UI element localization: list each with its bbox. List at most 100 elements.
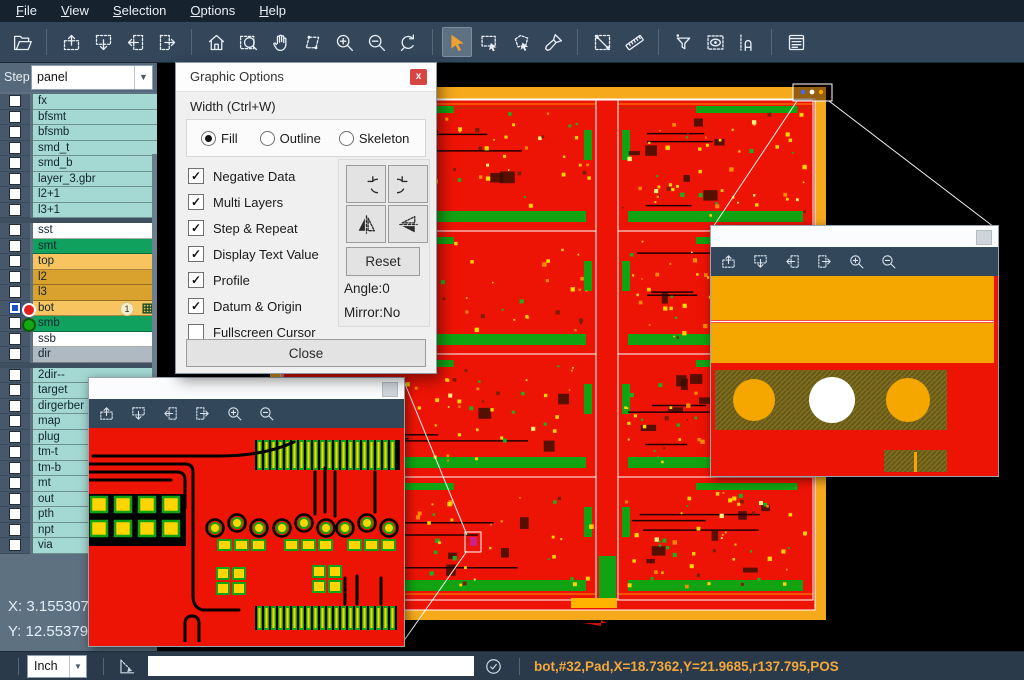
- layer-visibility-checkbox[interactable]: [9, 493, 21, 505]
- layer-name[interactable]: smb: [33, 316, 157, 332]
- measure-distance-button[interactable]: [587, 27, 617, 57]
- filter-button[interactable]: [668, 27, 698, 57]
- rotate-cw-button[interactable]: [346, 165, 386, 203]
- zoom-out-button[interactable]: [258, 405, 275, 422]
- layer-visibility-checkbox[interactable]: [9, 415, 21, 427]
- layer-visibility-checkbox[interactable]: [9, 271, 21, 283]
- layer-visibility-checkbox[interactable]: [9, 142, 21, 154]
- option-step-repeat[interactable]: ✓Step & Repeat: [188, 215, 319, 241]
- layer-visibility-checkbox[interactable]: [9, 188, 21, 200]
- clean-brush-button[interactable]: [538, 27, 568, 57]
- option-negative-data[interactable]: ✓Negative Data: [188, 163, 319, 189]
- pan-right-button[interactable]: [816, 253, 833, 270]
- layers-panel-button[interactable]: [781, 27, 811, 57]
- zoom-in-button[interactable]: [226, 405, 243, 422]
- layer-visibility-checkbox[interactable]: [9, 431, 21, 443]
- pan-down-button[interactable]: [752, 253, 769, 270]
- option-multi-layers[interactable]: ✓Multi Layers: [188, 189, 319, 215]
- pan-up-button[interactable]: [720, 253, 737, 270]
- layer-visibility-checkbox[interactable]: [9, 95, 21, 107]
- unit-select[interactable]: Inch ▼: [27, 655, 87, 678]
- rotate-ccw-button[interactable]: [388, 165, 428, 203]
- window-button[interactable]: [382, 382, 398, 397]
- pan-left-button[interactable]: [784, 253, 801, 270]
- layer-visibility-checkbox[interactable]: [9, 302, 21, 314]
- menu-selection[interactable]: Selection: [101, 0, 178, 22]
- zoom-home-button[interactable]: [201, 27, 231, 57]
- layer-name[interactable]: layer_3.gbr: [33, 172, 157, 188]
- radio-skeleton[interactable]: Skeleton: [339, 131, 410, 146]
- layer-visibility-checkbox[interactable]: [9, 157, 21, 169]
- layer-visibility-checkbox[interactable]: [9, 333, 21, 345]
- checkbox[interactable]: ✓: [188, 298, 204, 314]
- step-select[interactable]: panel ▼: [31, 65, 153, 90]
- close-icon[interactable]: x: [410, 69, 427, 85]
- magnifier-titlebar[interactable]: [89, 378, 404, 399]
- layer-name[interactable]: bfsmb: [33, 125, 157, 141]
- layer-name[interactable]: smt: [33, 239, 157, 255]
- pan-up-button[interactable]: [56, 27, 86, 57]
- layer-visibility-checkbox[interactable]: [9, 477, 21, 489]
- layer-name[interactable]: l2+1: [33, 187, 157, 203]
- option-datum-origin[interactable]: ✓Datum & Origin: [188, 293, 319, 319]
- layer-visibility-checkbox[interactable]: [9, 508, 21, 520]
- mirror-vertical-button[interactable]: [388, 205, 428, 243]
- layer-name[interactable]: ssb: [33, 332, 157, 348]
- menu-options[interactable]: Options: [178, 0, 247, 22]
- layer-visibility-checkbox[interactable]: [9, 400, 21, 412]
- magnifier-content-a[interactable]: [89, 428, 404, 646]
- close-button[interactable]: Close: [186, 339, 426, 367]
- zoom-in-button[interactable]: [848, 253, 865, 270]
- layer-name[interactable]: smd_t: [33, 141, 157, 157]
- select-cursor-button[interactable]: [442, 27, 472, 57]
- layer-visibility-checkbox[interactable]: [9, 384, 21, 396]
- magnifier-window-b[interactable]: [710, 225, 999, 477]
- radio-button[interactable]: [201, 131, 216, 146]
- layer-name[interactable]: sst: [33, 223, 157, 239]
- layer-name[interactable]: l3: [33, 285, 157, 301]
- layer-name[interactable]: bfsmt: [33, 110, 157, 126]
- pan-left-button[interactable]: [120, 27, 150, 57]
- layer-name[interactable]: bot1: [33, 301, 157, 317]
- layer-visibility-checkbox[interactable]: [9, 539, 21, 551]
- open-file-button[interactable]: [7, 27, 37, 57]
- mirror-horizontal-button[interactable]: [346, 205, 386, 243]
- zoom-out-button[interactable]: [361, 27, 391, 57]
- layer-visibility-checkbox[interactable]: [9, 462, 21, 474]
- ruler-button[interactable]: [619, 27, 649, 57]
- checkbox[interactable]: ✓: [188, 246, 204, 262]
- pan-down-button[interactable]: [88, 27, 118, 57]
- layer-name[interactable]: dir: [33, 347, 157, 363]
- pan-left-button[interactable]: [162, 405, 179, 422]
- radio-outline[interactable]: Outline: [260, 131, 321, 146]
- view-options-button[interactable]: [700, 27, 730, 57]
- layer-visibility-checkbox[interactable]: [9, 173, 21, 185]
- pan-up-button[interactable]: [98, 405, 115, 422]
- layer-visibility-checkbox[interactable]: [9, 224, 21, 236]
- option-profile[interactable]: ✓Profile: [188, 267, 319, 293]
- magnifier-window-a[interactable]: [88, 377, 405, 647]
- reset-button[interactable]: Reset: [346, 247, 420, 276]
- checkbox[interactable]: [188, 324, 204, 340]
- angle-measure-icon[interactable]: [117, 657, 136, 676]
- layer-visibility-checkbox[interactable]: [9, 369, 21, 381]
- layer-name[interactable]: top: [33, 254, 157, 270]
- radio-button[interactable]: [339, 131, 354, 146]
- dialog-titlebar[interactable]: Graphic Options x: [176, 63, 436, 92]
- menu-file[interactable]: File: [4, 0, 49, 22]
- pan-right-button[interactable]: [152, 27, 182, 57]
- zoom-out-button[interactable]: [880, 253, 897, 270]
- checkbox[interactable]: ✓: [188, 168, 204, 184]
- zoom-window-button[interactable]: [233, 27, 263, 57]
- checkbox[interactable]: ✓: [188, 220, 204, 236]
- checkbox[interactable]: ✓: [188, 272, 204, 288]
- select-rectangle-button[interactable]: [474, 27, 504, 57]
- radio-button[interactable]: [260, 131, 275, 146]
- magnifier-content-b[interactable]: [711, 276, 998, 476]
- pan-right-button[interactable]: [194, 405, 211, 422]
- layer-name[interactable]: fx: [33, 94, 157, 110]
- pan-hand-button[interactable]: [265, 27, 295, 57]
- layer-visibility-checkbox[interactable]: [9, 240, 21, 252]
- layer-visibility-checkbox[interactable]: [9, 317, 21, 329]
- checkbox[interactable]: ✓: [188, 194, 204, 210]
